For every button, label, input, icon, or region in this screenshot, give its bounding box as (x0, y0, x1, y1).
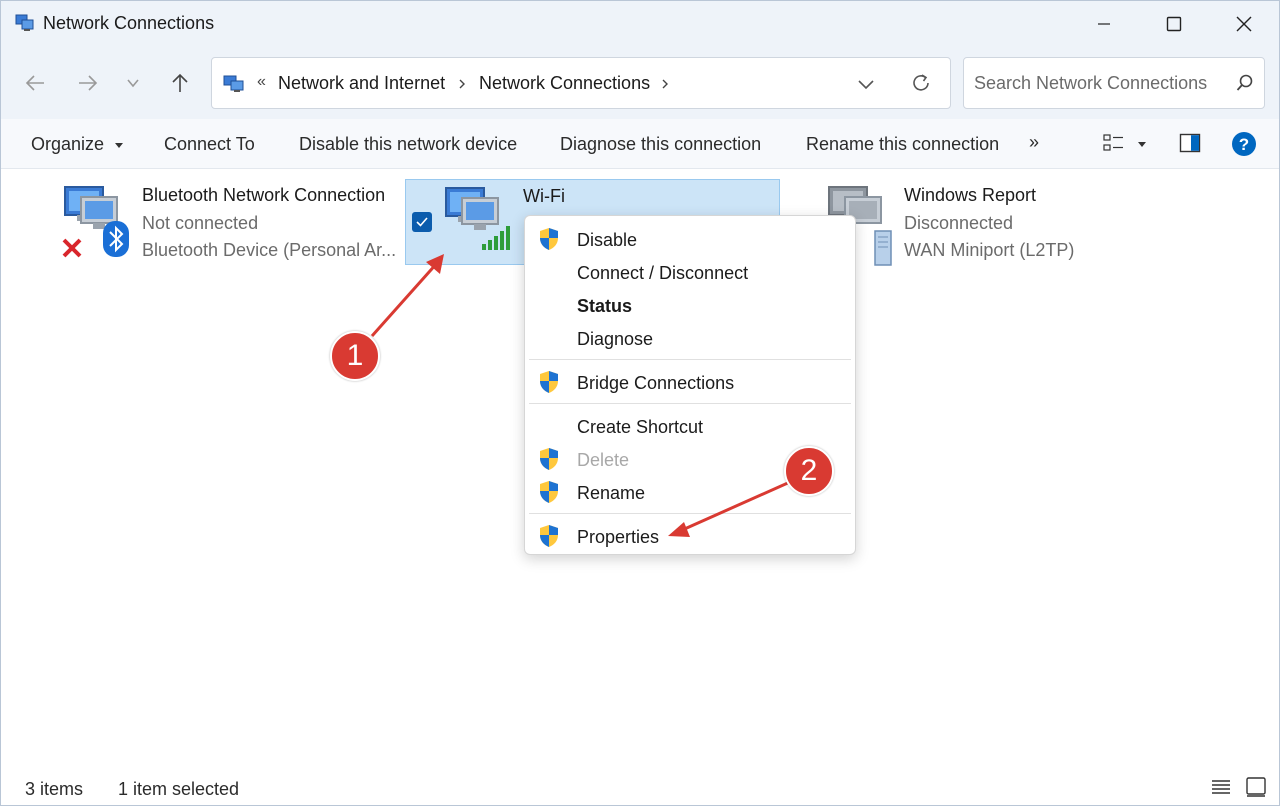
menu-item-label: Connect / Disconnect (577, 263, 749, 283)
connection-name: Bluetooth Network Connection (142, 185, 386, 205)
back-button[interactable] (17, 65, 53, 101)
organize-menu[interactable]: Organize (31, 134, 124, 155)
details-view-icon[interactable] (1211, 777, 1231, 797)
menu-item-label: Properties (577, 527, 660, 547)
breadcrumb-network-connections[interactable]: Network Connections (479, 73, 650, 94)
connection-device: WAN Miniport (L2TP) (904, 240, 1075, 260)
menu-item-label: Rename (577, 483, 646, 503)
signal-strength-icon (482, 226, 510, 250)
address-history-chevron-icon[interactable] (856, 74, 876, 94)
menu-separator (529, 513, 851, 514)
uac-shield-icon (540, 525, 558, 547)
rename-connection-button[interactable]: Rename this connection (806, 134, 999, 155)
refresh-icon[interactable] (910, 72, 932, 94)
view-options-caret-icon[interactable] (1137, 140, 1147, 148)
network-location-icon (223, 75, 244, 92)
uac-shield-icon (540, 481, 558, 503)
command-bar: Organize Connect To Disable this network… (1, 119, 1279, 169)
menu-item-label: Diagnose (577, 329, 654, 349)
up-button[interactable] (162, 65, 198, 101)
diagnose-connection-button[interactable]: Diagnose this connection (560, 134, 761, 155)
uac-shield-icon (540, 448, 558, 470)
breadcrumb-overflow[interactable]: « (257, 73, 266, 91)
recent-locations-button[interactable] (115, 65, 151, 101)
title-bar: Network Connections (1, 1, 1279, 47)
menu-item-diagnose[interactable]: Diagnose (525, 322, 855, 354)
connection-item-windows-report[interactable]: Windows Report Disconnected WAN Miniport… (821, 179, 1121, 266)
selection-checkbox[interactable] (412, 212, 432, 232)
menu-item-label: Disable (577, 230, 638, 250)
network-connections-window: Network Connections « Network and Intern… (0, 0, 1280, 806)
item-count: 3 items (25, 779, 84, 799)
menu-item-label: Delete (577, 450, 630, 470)
menu-item-label: Bridge Connections (577, 373, 735, 393)
close-button[interactable] (1209, 1, 1279, 47)
menu-item-disable[interactable]: Disable (525, 223, 855, 255)
window-title: Network Connections (43, 13, 215, 33)
connection-name: Windows Report (904, 185, 1037, 205)
forward-button[interactable] (70, 65, 106, 101)
disable-device-button[interactable]: Disable this network device (299, 134, 517, 155)
close-icon (1236, 16, 1252, 32)
menu-item-label: Create Shortcut (577, 417, 704, 437)
breadcrumb-chevron-icon[interactable] (457, 78, 467, 90)
uac-shield-icon (540, 228, 558, 250)
arrow-left-icon (25, 75, 44, 91)
menu-item-create-shortcut[interactable]: Create Shortcut (525, 410, 855, 442)
menu-item-properties[interactable]: Properties (525, 520, 855, 552)
arrow-up-icon (172, 73, 188, 92)
connection-item-bluetooth[interactable]: Bluetooth Network Connection Not connect… (57, 179, 397, 265)
network-connections-app-icon (15, 14, 34, 31)
large-icons-view-icon[interactable] (1245, 776, 1267, 798)
context-menu: Disable Connect / Disconnect Status Diag… (524, 215, 856, 555)
caret-down-icon (115, 143, 124, 149)
arrow-right-icon (79, 75, 98, 91)
checkmark-icon (416, 217, 428, 227)
connection-device: Bluetooth Device (Personal Ar... (142, 240, 397, 260)
navigation-bar: « Network and Internet Network Connectio… (1, 47, 1279, 119)
connection-name: Wi-Fi (523, 186, 565, 206)
bluetooth-icon (103, 221, 129, 257)
svg-text:?: ? (1239, 135, 1249, 154)
preview-pane-icon[interactable] (1179, 132, 1201, 154)
search-box[interactable] (963, 57, 1265, 109)
disconnected-x-icon (62, 238, 82, 258)
breadcrumb-network-and-internet[interactable]: Network and Internet (278, 73, 445, 94)
menu-item-connect-disconnect[interactable]: Connect / Disconnect (525, 256, 855, 288)
menu-separator (529, 359, 851, 360)
minimize-icon (1098, 23, 1110, 25)
uac-shield-icon (540, 371, 558, 393)
connect-to-button[interactable]: Connect To (164, 134, 255, 155)
organize-label: Organize (31, 134, 105, 154)
search-icon[interactable] (1236, 74, 1254, 92)
chevron-down-icon (127, 79, 139, 88)
maximize-icon (1166, 16, 1182, 32)
menu-separator (529, 403, 851, 404)
status-bar: 3 items 1 item selected (1, 769, 1279, 805)
help-icon[interactable]: ? (1231, 131, 1257, 157)
address-bar[interactable]: « Network and Internet Network Connectio… (211, 57, 951, 109)
annotation-step-2-badge: 2 (784, 446, 834, 496)
menu-item-bridge-connections[interactable]: Bridge Connections (525, 366, 855, 398)
search-input[interactable] (974, 70, 1224, 96)
wan-miniport-icon (874, 230, 892, 266)
connection-status: Not connected (142, 213, 259, 233)
annotation-step-1-badge: 1 (330, 331, 380, 381)
maximize-button[interactable] (1139, 1, 1209, 47)
more-commands-button[interactable]: » (1029, 132, 1039, 153)
minimize-button[interactable] (1069, 1, 1139, 47)
menu-item-status[interactable]: Status (525, 289, 855, 321)
change-view-icon[interactable] (1103, 133, 1125, 153)
breadcrumb-chevron-icon[interactable] (660, 78, 670, 90)
menu-item-label: Status (577, 296, 633, 316)
selected-count: 1 item selected (118, 779, 240, 799)
connection-status: Disconnected (904, 213, 1014, 233)
